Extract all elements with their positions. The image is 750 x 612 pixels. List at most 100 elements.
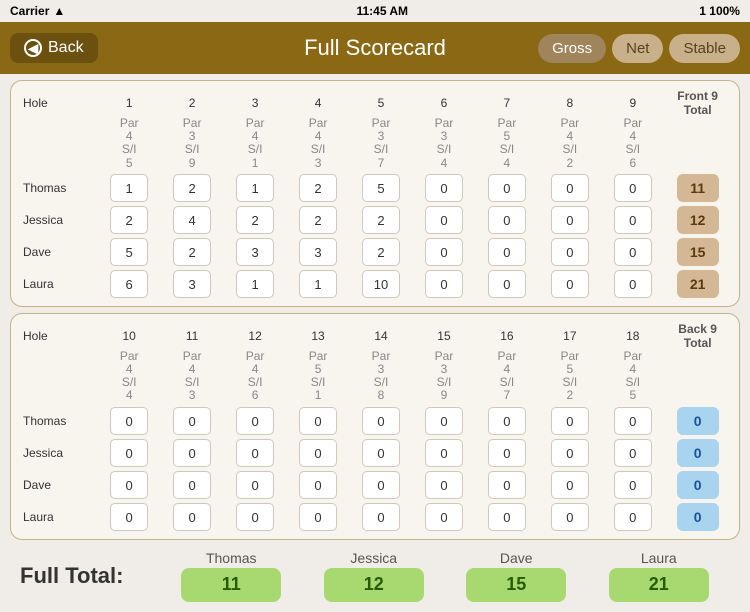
back9-score-1-7[interactable]: 0	[538, 437, 601, 469]
back9-score-2-2[interactable]: 0	[224, 469, 287, 501]
front9-score-3-5[interactable]: 0	[412, 268, 475, 300]
front9-score-3-7[interactable]: 0	[538, 268, 601, 300]
front9-score-2-2[interactable]: 3	[224, 236, 287, 268]
back9-table: Hole 10 11 12 13 14 15 16 17 18 Back 9To…	[19, 320, 731, 533]
front9-score-3-8[interactable]: 0	[601, 268, 664, 300]
front9-score-1-6[interactable]: 0	[475, 204, 538, 236]
front9-score-0-8[interactable]: 0	[601, 172, 664, 204]
back9-score-0-0[interactable]: 0	[98, 405, 161, 437]
back9-score-1-8[interactable]: 0	[601, 437, 664, 469]
back9-par-10: Par4S/I4	[98, 350, 161, 405]
back9-hole-10: 10	[98, 320, 161, 350]
back-button[interactable]: ◀ Back	[10, 33, 98, 63]
back9-score-2-6[interactable]: 0	[475, 469, 538, 501]
stable-button[interactable]: Stable	[669, 34, 740, 63]
front9-score-2-3[interactable]: 3	[287, 236, 350, 268]
back9-score-1-3[interactable]: 0	[287, 437, 350, 469]
back9-score-0-6[interactable]: 0	[475, 405, 538, 437]
back9-score-2-5[interactable]: 0	[412, 469, 475, 501]
full-total-score-3: 21	[609, 568, 709, 602]
front9-score-0-2[interactable]: 1	[224, 172, 287, 204]
front9-score-0-4[interactable]: 5	[350, 172, 413, 204]
front9-score-1-8[interactable]: 0	[601, 204, 664, 236]
back9-player-row: Dave0000000000	[19, 469, 731, 501]
back9-score-2-1[interactable]: 0	[161, 469, 224, 501]
net-button[interactable]: Net	[612, 34, 663, 63]
front9-hole-7: 7	[475, 87, 538, 117]
gross-button[interactable]: Gross	[538, 34, 606, 63]
back9-score-2-4[interactable]: 0	[350, 469, 413, 501]
front9-score-0-1[interactable]: 2	[161, 172, 224, 204]
back9-score-3-7[interactable]: 0	[538, 501, 601, 533]
front9-score-3-0[interactable]: 6	[98, 268, 161, 300]
back9-par-row: Par4S/I4 Par4S/I3 Par4S/I6 Par5S/I1 Par3…	[19, 350, 731, 405]
front9-score-1-3[interactable]: 2	[287, 204, 350, 236]
front9-par-4: Par4S/I3	[287, 117, 350, 172]
front9-par-9: Par4S/I6	[601, 117, 664, 172]
carrier-text: Carrier	[10, 4, 49, 18]
back9-score-3-4[interactable]: 0	[350, 501, 413, 533]
front9-score-2-4[interactable]: 2	[350, 236, 413, 268]
front9-score-3-6[interactable]: 0	[475, 268, 538, 300]
front9-score-1-4[interactable]: 2	[350, 204, 413, 236]
back9-score-2-8[interactable]: 0	[601, 469, 664, 501]
time-display: 11:45 AM	[356, 4, 408, 18]
front9-score-0-7[interactable]: 0	[538, 172, 601, 204]
back9-score-3-6[interactable]: 0	[475, 501, 538, 533]
front9-score-0-6[interactable]: 0	[475, 172, 538, 204]
back9-score-1-1[interactable]: 0	[161, 437, 224, 469]
front9-score-0-5[interactable]: 0	[412, 172, 475, 204]
front9-score-2-1[interactable]: 2	[161, 236, 224, 268]
back9-score-3-0[interactable]: 0	[98, 501, 161, 533]
back9-hole-11: 11	[161, 320, 224, 350]
back9-par-12: Par4S/I6	[224, 350, 287, 405]
back9-score-3-1[interactable]: 0	[161, 501, 224, 533]
front9-score-3-4[interactable]: 10	[350, 268, 413, 300]
front9-hole-1: 1	[98, 87, 161, 117]
front9-total-0: 11	[664, 172, 731, 204]
back9-score-1-0[interactable]: 0	[98, 437, 161, 469]
back9-score-3-2[interactable]: 0	[224, 501, 287, 533]
back9-score-0-2[interactable]: 0	[224, 405, 287, 437]
back9-score-1-5[interactable]: 0	[412, 437, 475, 469]
back9-par-16: Par4S/I7	[475, 350, 538, 405]
back9-score-0-4[interactable]: 0	[350, 405, 413, 437]
front9-par-row: Par4S/I5 Par3S/I9 Par4S/I1 Par4S/I3 Par3…	[19, 117, 731, 172]
front9-player-row: Thomas12125000011	[19, 172, 731, 204]
front9-score-1-0[interactable]: 2	[98, 204, 161, 236]
front9-score-3-2[interactable]: 1	[224, 268, 287, 300]
front9-score-1-5[interactable]: 0	[412, 204, 475, 236]
back9-score-1-4[interactable]: 0	[350, 437, 413, 469]
front9-hole-header-row: Hole 1 2 3 4 5 6 7 8 9 Front 9Total	[19, 87, 731, 117]
back9-score-3-5[interactable]: 0	[412, 501, 475, 533]
back9-score-0-7[interactable]: 0	[538, 405, 601, 437]
front9-score-1-7[interactable]: 0	[538, 204, 601, 236]
back9-score-2-7[interactable]: 0	[538, 469, 601, 501]
back9-score-0-5[interactable]: 0	[412, 405, 475, 437]
full-total-name-2: Dave	[500, 550, 533, 566]
back9-score-3-8[interactable]: 0	[601, 501, 664, 533]
header: ◀ Back Full Scorecard Gross Net Stable	[0, 22, 750, 74]
player-name-front9-3: Laura	[19, 268, 98, 300]
back9-score-3-3[interactable]: 0	[287, 501, 350, 533]
front9-score-0-0[interactable]: 1	[98, 172, 161, 204]
back9-score-0-1[interactable]: 0	[161, 405, 224, 437]
back9-total-0: 0	[664, 405, 731, 437]
front9-score-2-8[interactable]: 0	[601, 236, 664, 268]
back9-score-2-0[interactable]: 0	[98, 469, 161, 501]
front9-score-3-3[interactable]: 1	[287, 268, 350, 300]
back9-score-0-3[interactable]: 0	[287, 405, 350, 437]
main-content: Hole 1 2 3 4 5 6 7 8 9 Front 9Total Par4…	[0, 74, 750, 612]
back9-score-0-8[interactable]: 0	[601, 405, 664, 437]
front9-score-2-7[interactable]: 0	[538, 236, 601, 268]
front9-score-2-6[interactable]: 0	[475, 236, 538, 268]
front9-score-1-1[interactable]: 4	[161, 204, 224, 236]
back9-score-1-2[interactable]: 0	[224, 437, 287, 469]
back9-score-2-3[interactable]: 0	[287, 469, 350, 501]
front9-score-1-2[interactable]: 2	[224, 204, 287, 236]
front9-score-3-1[interactable]: 3	[161, 268, 224, 300]
back9-score-1-6[interactable]: 0	[475, 437, 538, 469]
front9-score-2-5[interactable]: 0	[412, 236, 475, 268]
front9-score-0-3[interactable]: 2	[287, 172, 350, 204]
front9-score-2-0[interactable]: 5	[98, 236, 161, 268]
